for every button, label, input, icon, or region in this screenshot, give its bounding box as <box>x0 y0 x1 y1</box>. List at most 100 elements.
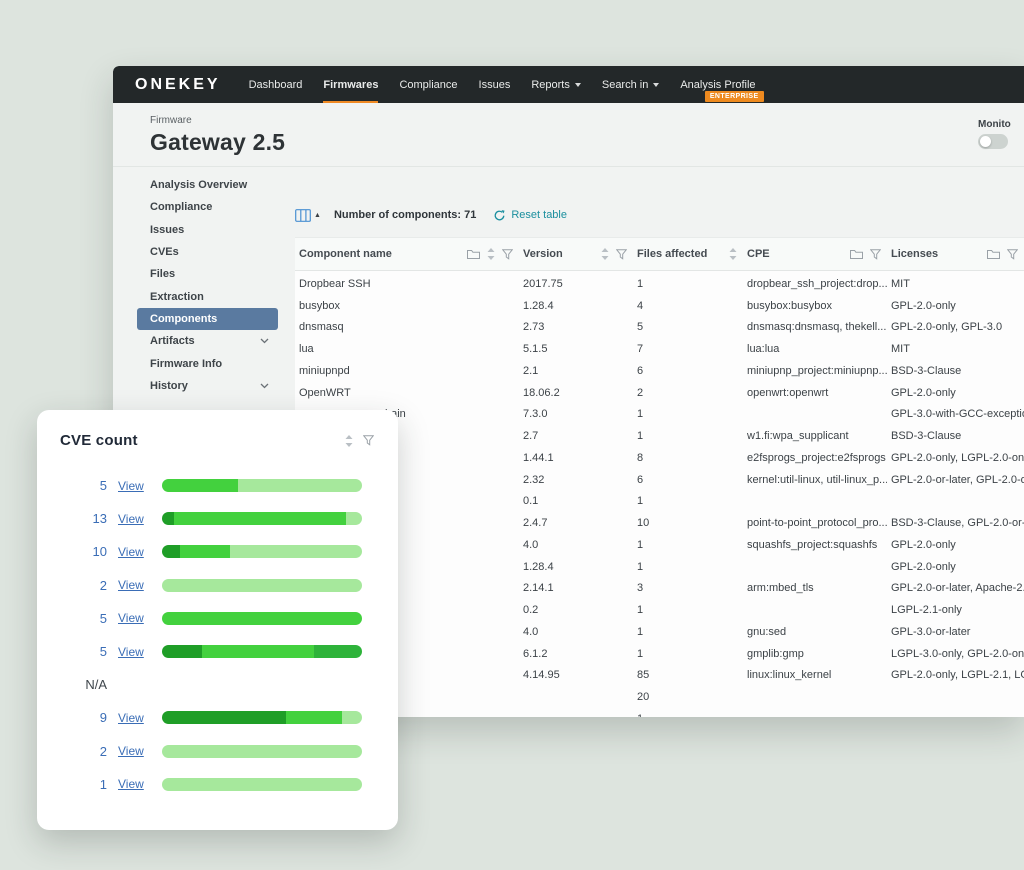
nav-item-issues[interactable]: Issues <box>479 66 511 103</box>
sort-icon[interactable] <box>487 248 495 260</box>
cve-count-bar <box>162 545 362 558</box>
table-row[interactable]: dnsmasq2.735dnsmasq:dnsmasq, thekell...G… <box>295 317 1024 339</box>
cve-rows: 5View13View10View2View5View5ViewN/A9View… <box>37 469 398 801</box>
monitoring-toggle[interactable] <box>978 134 1008 149</box>
sidebar-item-issues[interactable]: Issues <box>137 219 278 241</box>
column-header-licenses[interactable]: Licenses <box>887 238 1024 270</box>
sort-icon[interactable] <box>601 248 609 260</box>
sidebar-item-extraction[interactable]: Extraction <box>137 285 278 307</box>
nav-item-reports[interactable]: Reports <box>531 66 581 103</box>
filter-icon[interactable] <box>1007 249 1018 260</box>
filter-icon[interactable] <box>870 249 881 260</box>
reset-table-label: Reset table <box>511 209 567 221</box>
table-header-row: Component nameVersionFiles affectedCPELi… <box>295 237 1024 271</box>
columns-icon[interactable] <box>295 209 311 222</box>
cve-row: N/A <box>37 668 398 701</box>
table-row[interactable]: hain7.3.01GPL-3.0-with-GCC-exception <box>295 404 1024 426</box>
sidebar-item-components[interactable]: Components <box>137 308 278 330</box>
cell-licenses: GPL-3.0-with-GCC-exception <box>887 408 1024 420</box>
view-link[interactable]: View <box>118 578 162 592</box>
sidebar-item-files[interactable]: Files <box>137 263 278 285</box>
table-row[interactable]: 1.28.41GPL-2.0-only <box>295 556 1024 578</box>
table-row[interactable]: 2.326kernel:util-linux, util-linux_p...G… <box>295 469 1024 491</box>
view-link[interactable]: View <box>118 479 162 493</box>
column-header-version[interactable]: Version <box>519 238 633 270</box>
table-row[interactable]: 2018-02-24-1-45...1 <box>295 708 1024 717</box>
nav-item-compliance[interactable]: Compliance <box>399 66 457 103</box>
table-row[interactable]: 1.44.18e2fsprogs_project:e2fsprogsGPL-2.… <box>295 447 1024 469</box>
column-header-files-affected[interactable]: Files affected <box>633 238 743 270</box>
view-link[interactable]: View <box>118 744 162 758</box>
cell-version: 6.1.2 <box>519 648 633 660</box>
cell-cpe: w1.fi:wpa_supplicant <box>743 430 887 442</box>
sidebar-item-firmware-info[interactable]: Firmware Info <box>137 352 278 374</box>
cell-files: 7 <box>633 343 743 355</box>
nav-item-label: Search in <box>602 79 648 91</box>
folder-icon[interactable] <box>467 249 480 260</box>
cell-cpe: kernel:util-linux, util-linux_p... <box>743 474 887 486</box>
cve-count-bar <box>162 512 362 525</box>
column-header-cpe[interactable]: CPE <box>743 238 887 270</box>
folder-icon[interactable] <box>850 249 863 260</box>
table-row[interactable]: miniupnpd2.16miniupnp_project:miniupnp..… <box>295 360 1024 382</box>
table-row[interactable]: OpenWRT18.06.22openwrt:openwrtGPL-2.0-on… <box>295 382 1024 404</box>
enterprise-badge: ENTERPRISE <box>705 91 764 102</box>
table-row[interactable]: 2017-09-06-a61ac...20 <box>295 686 1024 708</box>
bar-segment-mid <box>162 612 362 625</box>
bar-segment-light <box>162 745 362 758</box>
reset-table-button[interactable]: Reset table <box>493 209 567 222</box>
cell-licenses: GPL-2.0-only <box>887 387 1024 399</box>
chevron-down-icon <box>575 83 581 87</box>
filter-icon[interactable] <box>363 435 374 446</box>
table-row[interactable]: 4.01gnu:sedGPL-3.0-or-later <box>295 621 1024 643</box>
table-row[interactable]: 2.14.13arm:mbed_tlsGPL-2.0-or-later, Apa… <box>295 578 1024 600</box>
filter-icon[interactable] <box>502 249 513 260</box>
cve-count: 10 <box>37 544 107 559</box>
view-link[interactable]: View <box>118 777 162 791</box>
cell-licenses: GPL-2.0-only <box>887 561 1024 573</box>
table-row[interactable]: 6.1.21gmplib:gmpLGPL-3.0-only, GPL-2.0-o… <box>295 643 1024 665</box>
sidebar-item-artifacts[interactable]: Artifacts <box>137 330 278 352</box>
bar-segment-dark <box>162 512 174 525</box>
table-row[interactable]: Dropbear SSH2017.751dropbear_ssh_project… <box>295 273 1024 295</box>
view-link[interactable]: View <box>118 611 162 625</box>
column-header-component-name[interactable]: Component name <box>295 238 519 270</box>
table-row[interactable]: 4.14.9585linux:linux_kernelGPL-2.0-only,… <box>295 665 1024 687</box>
nav-item-analysis-profile[interactable]: Analysis ProfileENTERPRISE <box>680 66 755 103</box>
view-link[interactable]: View <box>118 545 162 559</box>
table-row[interactable]: busybox1.28.44busybox:busyboxGPL-2.0-onl… <box>295 295 1024 317</box>
sidebar-item-compliance[interactable]: Compliance <box>137 196 278 218</box>
components-table: Component nameVersionFiles affectedCPELi… <box>295 237 1024 717</box>
table-row[interactable]: 2.71w1.fi:wpa_supplicantBSD-3-Clause <box>295 425 1024 447</box>
view-link[interactable]: View <box>118 645 162 659</box>
sort-icon[interactable] <box>345 435 353 447</box>
sidebar-item-analysis-overview[interactable]: Analysis Overview <box>137 174 278 196</box>
folder-icon[interactable] <box>987 249 1000 260</box>
cve-count: 13 <box>37 511 107 526</box>
cell-name: busybox <box>295 300 519 312</box>
table-row[interactable]: lua5.1.57lua:luaMIT <box>295 338 1024 360</box>
sidebar-nav: Analysis OverviewComplianceIssuesCVEsFil… <box>137 174 292 397</box>
cell-files: 1 <box>633 278 743 290</box>
cve-row: 2 View <box>37 569 398 602</box>
table-row[interactable]: 0.21LGPL-2.1-only <box>295 599 1024 621</box>
nav-item-search-in[interactable]: Search in <box>602 66 659 103</box>
table-row[interactable]: 0.11 <box>295 491 1024 513</box>
filter-icon[interactable] <box>616 249 627 260</box>
nav-item-firmwares[interactable]: Firmwares <box>323 66 378 103</box>
sidebar-item-history[interactable]: History <box>137 375 278 397</box>
bar-segment-mid <box>180 545 230 558</box>
nav-item-dashboard[interactable]: Dashboard <box>249 66 303 103</box>
view-link[interactable]: View <box>118 512 162 526</box>
top-navbar: ONEKEY DashboardFirmwaresComplianceIssue… <box>113 66 1024 103</box>
cve-count: 1 <box>37 777 107 792</box>
cve-count: 2 <box>37 578 107 593</box>
sort-icon[interactable] <box>729 248 737 260</box>
nav-item-label: Compliance <box>399 79 457 91</box>
table-row[interactable]: 4.01squashfs_project:squashfsGPL-2.0-onl… <box>295 534 1024 556</box>
cve-count: 2 <box>37 744 107 759</box>
sidebar-item-cves[interactable]: CVEs <box>137 241 278 263</box>
view-link[interactable]: View <box>118 711 162 725</box>
table-row[interactable]: 2.4.710point-to-point_protocol_pro...BSD… <box>295 512 1024 534</box>
bar-segment-deep <box>314 645 362 658</box>
